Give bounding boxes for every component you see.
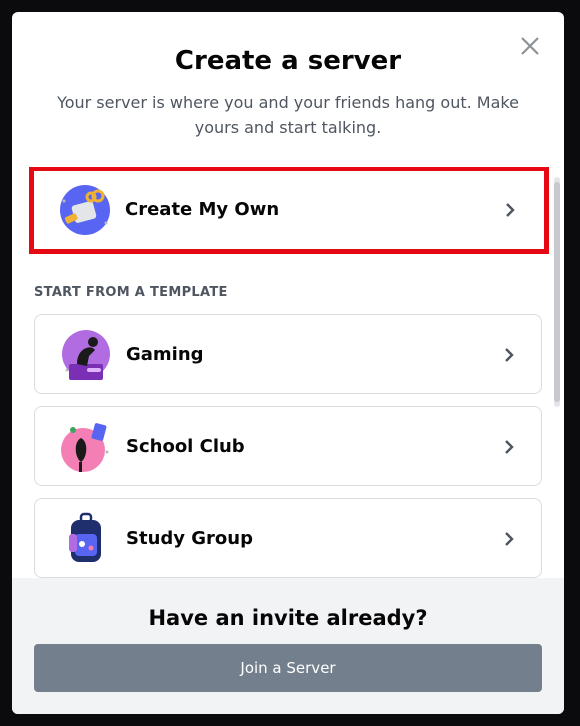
study-group-icon [69, 512, 101, 562]
invite-footer: Have an invite already? Join a Server [12, 578, 564, 714]
scrollbar-thumb[interactable] [554, 182, 560, 402]
chevron-right-icon [506, 203, 515, 217]
join-server-button[interactable]: Join a Server [34, 644, 542, 692]
chevron-right-icon [505, 532, 514, 546]
modal-subtitle: Your server is where you and your friend… [57, 93, 519, 137]
create-my-own-option[interactable]: Create My Own [34, 170, 542, 250]
create-server-icon [60, 185, 110, 235]
template-school-club-option[interactable]: School Club [34, 406, 542, 486]
template-label: Study Group [126, 528, 253, 549]
invite-title: Have an invite already? [148, 606, 428, 630]
template-study-group-option[interactable]: Study Group [34, 498, 542, 578]
create-server-modal: Create a server Your server is where you… [12, 12, 564, 714]
template-section-label: START FROM A TEMPLATE [34, 285, 228, 300]
chevron-right-icon [505, 348, 514, 362]
school-club-icon [61, 423, 109, 472]
gaming-icon [62, 330, 110, 380]
template-label: School Club [126, 436, 245, 457]
scrollbar[interactable] [554, 177, 560, 407]
template-label: Gaming [126, 344, 204, 365]
create-my-own-label: Create My Own [125, 199, 280, 220]
server-options-list[interactable]: Create My Own START FROM A TEMPLATE Gami… [12, 167, 564, 579]
modal-title: Create a server [174, 46, 402, 76]
template-gaming-option[interactable]: Gaming [34, 314, 542, 394]
chevron-right-icon [505, 440, 514, 454]
